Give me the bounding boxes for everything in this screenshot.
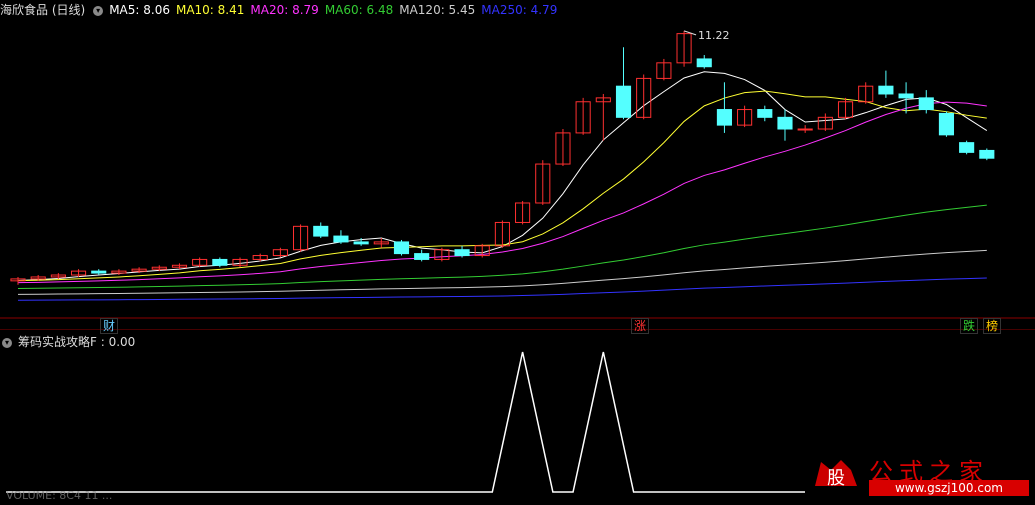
ma-label-3: MA60: 6.48 (324, 3, 394, 17)
candle-body (918, 97, 934, 111)
bottom-partial-text: VOLUME: 8C4 11 ... (6, 489, 113, 502)
ma-line-ma5 (17, 71, 988, 281)
candle-body (333, 235, 349, 243)
candle-body (414, 253, 430, 260)
peak-price-label: 11.22 (698, 29, 730, 42)
candle-body (353, 241, 369, 245)
candle-body (615, 85, 632, 118)
ma-label-0: MA5: 8.06 (109, 3, 170, 17)
collapse-icon[interactable]: ▾ (2, 337, 12, 348)
event-marker-0[interactable]: 财 (100, 318, 119, 334)
stock-title: 海欣食品 (日线) (0, 3, 86, 17)
ma-label-4: MA120: 5.45 (399, 3, 476, 17)
candle-body (898, 93, 914, 99)
candle-body (91, 270, 107, 274)
event-marker-3[interactable]: 榜 (983, 318, 1002, 334)
candle-body (393, 241, 410, 255)
candle-body (938, 112, 955, 136)
sub-chart-header: ▾ 筹码实战攻略F : 0.00 (0, 333, 141, 351)
candle-body (716, 109, 732, 126)
watermark-logo-icon: 股 (815, 460, 857, 489)
candle-body (212, 258, 228, 266)
collapse-icon[interactable]: ▾ (93, 5, 104, 16)
ma-line-ma120 (17, 249, 987, 295)
candle-body (959, 142, 975, 153)
ma-label-1: MA10: 8.41 (175, 3, 245, 17)
main-chart-header: 海欣食品 (日线) ▾ MA5: 8.06 MA10: 8.41 MA20: 8.79 M… (0, 1, 569, 19)
watermark-badge: 股 公式之家 www.gszj100.com (805, 452, 1035, 500)
event-marker-1[interactable]: 涨 (631, 318, 650, 334)
main-price-chart[interactable]: 11.22 (0, 0, 1035, 330)
ma-line-ma20 (17, 101, 987, 284)
ma-line-ma250 (17, 277, 987, 301)
candle-body (696, 58, 712, 68)
ma-label-2: MA20: 8.79 (250, 3, 319, 17)
candle-body (797, 128, 813, 131)
candle-body (313, 225, 329, 237)
ma-label-5: MA250: 4.79 (481, 3, 558, 17)
sub-indicator-label: 筹码实战攻略F : 0.00 (18, 335, 136, 349)
candle-body (454, 249, 470, 257)
watermark-url: www.gszj100.com (869, 480, 1029, 496)
candle-body (878, 85, 894, 95)
svg-text:股: 股 (827, 468, 845, 489)
candle-body (979, 149, 995, 159)
candle-body (757, 109, 773, 118)
candle-body (777, 116, 793, 130)
event-marker-2[interactable]: 跌 (960, 318, 979, 334)
peak-pointer (683, 30, 697, 36)
